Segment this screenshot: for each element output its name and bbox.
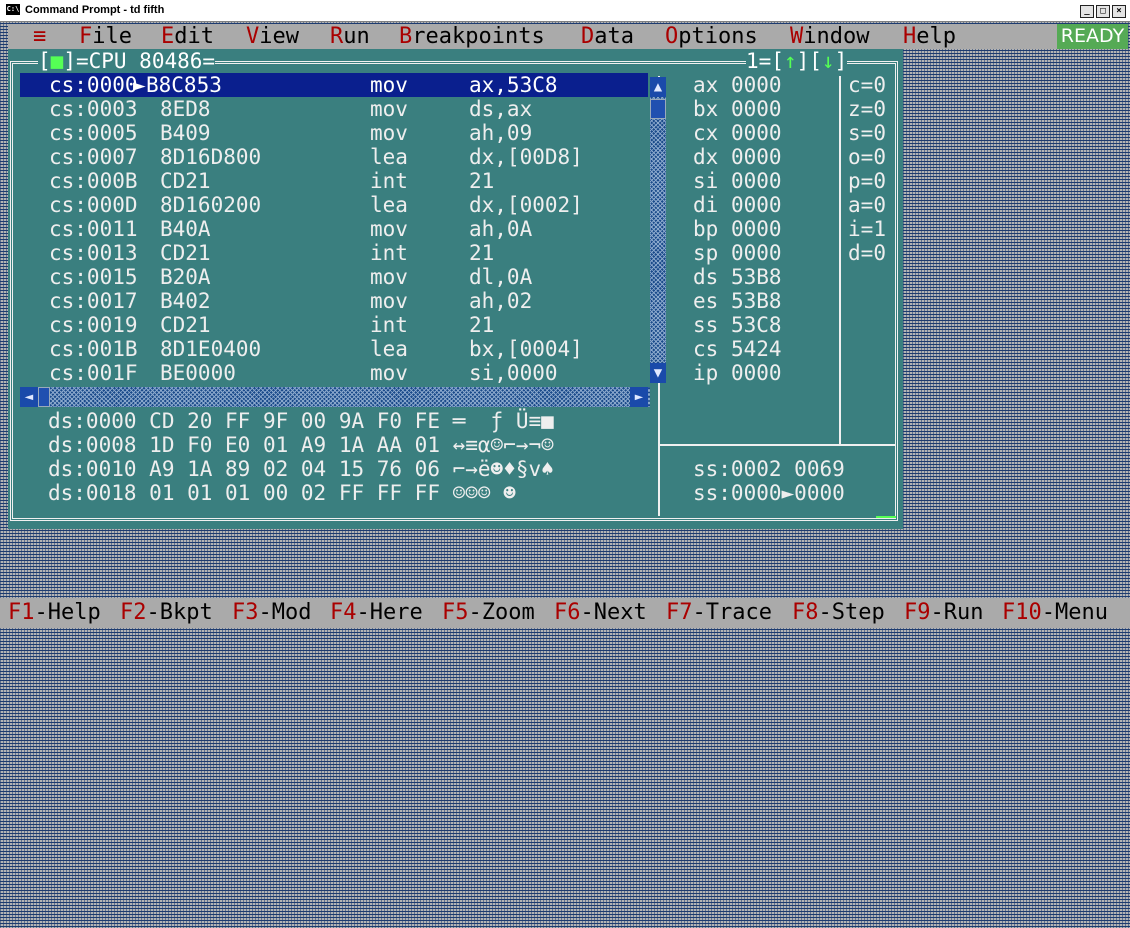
flag-row[interactable]: z=0 <box>848 97 886 121</box>
stack-row[interactable]: ss:0000►0000 <box>693 481 845 505</box>
f3-module-key[interactable]: F3-Mod <box>232 598 311 628</box>
dump-row[interactable]: ds:0008 1D F0 E0 01 A9 1A AA 01 ↔≡α☺⌐→¬☺ <box>48 433 554 457</box>
disasm-row[interactable]: cs:0015 B20A mov dl,0A <box>20 265 648 289</box>
close-button[interactable]: × <box>1112 5 1126 18</box>
window-resize-corner[interactable] <box>876 516 896 518</box>
register-row[interactable]: dx 0000 <box>693 145 782 169</box>
flag-row[interactable]: a=0 <box>848 193 886 217</box>
dump-row[interactable]: ds:0010 A9 1A 89 02 04 15 76 06 ⌐→ë☻♦§v♠ <box>48 457 554 481</box>
register-row[interactable]: di 0000 <box>693 193 782 217</box>
cpu-window-controls: 1=[↑][↓] <box>746 49 848 73</box>
menu-data[interactable]: Data <box>581 24 634 49</box>
f8-step-key[interactable]: F8-Step <box>792 598 885 628</box>
cpu-window-title-bar: [■]=CPU 80486= <box>38 49 216 73</box>
disasm-row[interactable]: cs:0003 8ED8 mov ds,ax <box>20 97 648 121</box>
disasm-row[interactable]: cs:0005 B409 mov ah,09 <box>20 121 648 145</box>
dump-row[interactable]: ds:0018 01 01 01 00 02 FF FF FF ☺☺☺ ☻ <box>48 481 516 505</box>
scroll-right-icon[interactable]: ► <box>630 387 648 407</box>
disasm-row[interactable]: cs:000D 8D160200 lea dx,[0002] <box>20 193 648 217</box>
scroll-up-icon[interactable]: ▲ <box>650 77 666 97</box>
flag-row[interactable]: s=0 <box>848 121 886 145</box>
register-row[interactable]: es 53B8 <box>693 289 782 313</box>
menu-bar: ≡ File Edit View Run Breakpoints Data Op… <box>8 24 1057 49</box>
cpu-window[interactable]: [■]=CPU 80486= 1=[↑][↓] cs:0000 ► B8C853 mo… <box>8 49 903 529</box>
disasm-row[interactable]: cs:001F BE0000 mov si,0000 <box>20 361 648 385</box>
disasm-row[interactable]: cs:0000 ► B8C853 mov ax,53C8 <box>20 73 648 97</box>
zoom-down-icon[interactable]: ↓ <box>822 49 835 73</box>
zoom-up-icon[interactable]: ↑ <box>784 49 797 73</box>
register-row[interactable]: ds 53B8 <box>693 265 782 289</box>
disasm-row[interactable]: cs:000B CD21 int 21 <box>20 169 648 193</box>
disasm-vertical-scrollbar[interactable] <box>650 77 666 383</box>
menu-file[interactable]: File <box>79 24 132 49</box>
flag-row[interactable]: c=0 <box>848 73 886 97</box>
dump-row[interactable]: ds:0000 CD 20 FF 9F 00 9A F0 FE ═ ƒ Ü≡■ <box>48 409 554 433</box>
menu-window[interactable]: Window <box>790 24 869 49</box>
window-close-box-icon[interactable]: ■ <box>51 49 64 73</box>
command-prompt-icon: C:\ <box>6 4 20 15</box>
f7-trace-key[interactable]: F7-Trace <box>666 598 772 628</box>
flag-row[interactable]: d=0 <box>848 241 886 265</box>
pane-divider-flags <box>839 76 841 446</box>
register-row[interactable]: cs 5424 <box>693 337 782 361</box>
status-indicator: READY <box>1057 24 1128 49</box>
f10-menu-key[interactable]: F10-Menu <box>1002 598 1108 628</box>
flag-row[interactable]: p=0 <box>848 169 886 193</box>
disasm-row[interactable]: cs:0017 B402 mov ah,02 <box>20 289 648 313</box>
disasm-row[interactable]: cs:0011 B40A mov ah,0A <box>20 217 648 241</box>
disasm-row[interactable]: cs:0019 CD21 int 21 <box>20 313 648 337</box>
window-number: 1 <box>746 49 759 73</box>
stack-row[interactable]: ss:0002 0069 <box>693 457 845 481</box>
function-key-bar: F1-Help F2-Bkpt F3-Mod F4-Here F5-Zoom F… <box>0 598 1130 628</box>
menu-edit[interactable]: Edit <box>161 24 214 49</box>
register-row[interactable]: ip 0000 <box>693 361 782 385</box>
disasm-horizontal-scrollbar[interactable] <box>20 387 650 407</box>
register-row[interactable]: si 0000 <box>693 169 782 193</box>
flag-row[interactable]: o=0 <box>848 145 886 169</box>
f6-next-key[interactable]: F6-Next <box>554 598 647 628</box>
pane-divider-stack <box>660 444 895 446</box>
window-titlebar[interactable]: C:\ Command Prompt - td fifth _ □ × <box>0 0 1130 22</box>
register-row[interactable]: bx 0000 <box>693 97 782 121</box>
f2-breakpoint-key[interactable]: F2-Bkpt <box>120 598 213 628</box>
register-row[interactable]: sp 0000 <box>693 241 782 265</box>
minimize-button[interactable]: _ <box>1080 5 1094 18</box>
cpu-window-title: CPU 80486 <box>88 49 203 73</box>
menu-view[interactable]: View <box>246 24 299 49</box>
disasm-row[interactable]: cs:0013 CD21 int 21 <box>20 241 648 265</box>
menu-run[interactable]: Run <box>330 24 370 49</box>
disasm-row[interactable]: cs:0007 8D16D800 lea dx,[00D8] <box>20 145 648 169</box>
register-row[interactable]: ss 53C8 <box>693 313 782 337</box>
window-controls: _ □ × <box>1080 5 1126 18</box>
maximize-button[interactable]: □ <box>1096 5 1110 18</box>
disasm-row[interactable]: cs:001B 8D1E0400 lea bx,[0004] <box>20 337 648 361</box>
scroll-thumb-vertical[interactable] <box>650 99 666 119</box>
menu-options[interactable]: Options <box>665 24 758 49</box>
scroll-thumb-horizontal[interactable] <box>38 387 50 407</box>
f4-here-key[interactable]: F4-Here <box>330 598 423 628</box>
register-row[interactable]: bp 0000 <box>693 217 782 241</box>
register-row[interactable]: cx 0000 <box>693 121 782 145</box>
flag-row[interactable]: i=1 <box>848 217 886 241</box>
f9-run-key[interactable]: F9-Run <box>904 598 983 628</box>
register-row[interactable]: ax 0000 <box>693 73 782 97</box>
window-title: Command Prompt - td fifth <box>25 4 165 16</box>
scroll-left-icon[interactable]: ◄ <box>20 387 38 407</box>
scroll-down-icon[interactable]: ▼ <box>650 363 666 383</box>
menu-breakpoints[interactable]: Breakpoints <box>399 24 545 49</box>
f1-help-key[interactable]: F1-Help <box>8 598 101 628</box>
f5-zoom-key[interactable]: F5-Zoom <box>442 598 535 628</box>
menu-help[interactable]: Help <box>903 24 956 49</box>
system-menu-icon[interactable]: ≡ <box>33 24 46 49</box>
